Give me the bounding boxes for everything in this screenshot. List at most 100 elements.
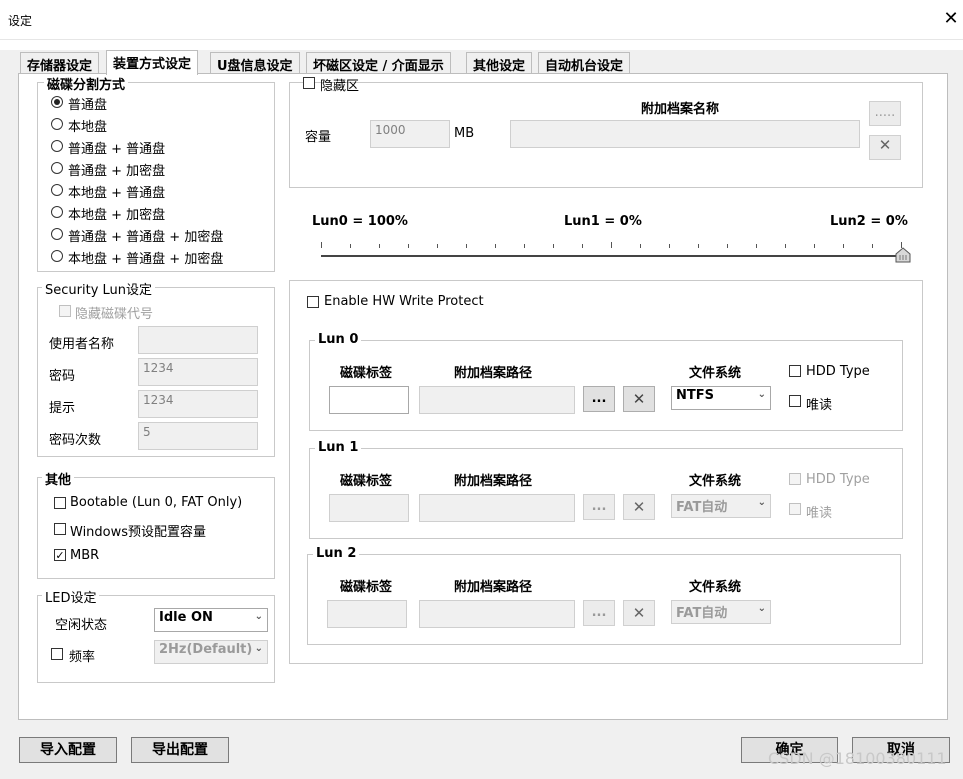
slider-tick [611,242,612,248]
partition-option-label: 本地盘 + 普通盘 + 加密盘 [68,252,224,267]
bootable-label: Bootable (Lun 0, FAT Only) [70,495,243,510]
tab-auto-machine[interactable]: 自动机台设定 [538,52,631,74]
lun2-clear-button[interactable]: ✕ [623,600,655,626]
slider-thumb[interactable] [895,247,911,263]
radio-icon[interactable] [51,206,63,218]
hide-drive-letter-checkbox[interactable] [59,305,71,317]
clear-hidden-button[interactable]: ✕ [869,135,901,160]
slider-tick [437,244,438,248]
radio-icon[interactable] [51,140,63,152]
hw-write-protect-label: Enable HW Write Protect [324,294,484,309]
partition-option-label: 普通盘 [68,98,108,113]
slider-tick [350,244,351,248]
lun1-clear-button[interactable]: ✕ [623,494,655,520]
lun0-hdd-type-checkbox[interactable] [789,365,801,377]
radio-icon[interactable] [51,162,63,174]
lun0-percent: Lun0 = 100% [312,214,408,229]
slider-tick [466,244,467,248]
lun2-fs-select[interactable]: FAT自动 ⌄ [671,600,771,624]
hint-input[interactable]: 1234 [138,390,258,418]
lun0-fs-select[interactable]: NTFS ⌄ [671,386,771,410]
capacity-unit: MB [454,126,475,141]
mbr-checkbox[interactable]: ✓ [54,549,66,561]
lun0-path-input[interactable] [419,386,575,414]
password-input[interactable]: 1234 [138,358,258,386]
partition-option-label: 普通盘 + 普通盘 [68,142,166,157]
radio-icon[interactable] [51,118,63,130]
import-config-button[interactable]: 导入配置 [19,737,117,763]
lun0-volume-label-input[interactable] [329,386,409,414]
radio-icon[interactable] [51,250,63,262]
lun2-volume-label-input[interactable] [327,600,407,628]
title-bar [0,0,963,40]
lun2-label-header: 磁碟标签 [340,580,393,595]
bootable-checkbox[interactable] [54,497,66,509]
lun1-fs-select[interactable]: FAT自动 ⌄ [671,494,771,518]
lun2-browse-button[interactable]: ... [583,600,615,626]
partition-legend: 磁碟分割方式 [44,74,129,93]
idle-state-select[interactable]: Idle ON ⌄ [154,608,268,632]
slider-thumb-icon [895,247,911,263]
partition-option-label: 普通盘 + 普通盘 + 加密盘 [68,230,224,245]
mbr-label: MBR [70,548,100,563]
hw-write-protect-checkbox[interactable] [307,296,319,308]
partition-option-label: 本地盘 + 加密盘 [68,208,166,223]
slider-tick [640,244,641,248]
lun0-clear-button[interactable]: ✕ [623,386,655,412]
lun2-fs-header: 文件系统 [689,580,742,595]
lun0-hdd-type-label: HDD Type [806,364,870,379]
retries-input[interactable]: 5 [138,422,258,450]
hidden-area-checkbox[interactable] [303,77,315,89]
slider-tick [872,244,873,248]
lun0-fs-header: 文件系统 [689,366,742,381]
slider-tick [524,244,525,248]
tab-other-settings[interactable]: 其他设定 [466,52,533,74]
attach-filename-input[interactable] [510,120,860,148]
tab-storage-settings[interactable]: 存储器设定 [20,52,100,74]
radio-selected-icon[interactable] [51,96,63,108]
tab-bad-sector[interactable]: 坏磁区设定 / 介面显示 [306,52,451,74]
close-icon[interactable]: ✕ [940,8,962,30]
lun-ratio-slider[interactable] [321,232,911,263]
chevron-down-icon: ⌄ [254,643,263,654]
slider-track [321,255,903,257]
lun0-legend: Lun 0 [315,332,362,347]
export-config-button[interactable]: 导出配置 [131,737,229,763]
lun0-label-header: 磁碟标签 [340,366,393,381]
lun0-readonly-checkbox[interactable] [789,395,801,407]
chevron-down-icon: ⌄ [757,389,766,400]
partition-option-label: 普通盘 + 加密盘 [68,164,166,179]
windows-capacity-checkbox[interactable] [54,523,66,535]
lun1-path-input[interactable] [419,494,575,522]
browse-hidden-button[interactable]: ..... [869,101,901,126]
windows-capacity-label: Windows预设配置容量 [70,525,207,540]
lun1-volume-label-input[interactable] [329,494,409,522]
lun1-hdd-type-checkbox[interactable] [789,473,801,485]
lun0-path-header: 附加档案路径 [454,366,533,381]
username-input[interactable] [138,326,258,354]
lun1-legend: Lun 1 [315,440,362,455]
radio-icon[interactable] [51,184,63,196]
slider-tick [669,244,670,248]
slider-tick [756,244,757,248]
frequency-select[interactable]: 2Hz(Default) ⌄ [154,640,268,664]
tab-strip-background [0,40,963,50]
lun2-legend: Lun 2 [313,546,360,561]
lun2-path-input[interactable] [419,600,575,628]
close-icon: ✕ [632,498,646,516]
lun1-readonly-checkbox[interactable] [789,503,801,515]
tab-device-mode[interactable]: 装置方式设定 [106,50,199,75]
idle-state-value: Idle ON [159,610,213,625]
slider-tick [408,244,409,248]
lun1-browse-button[interactable]: ... [583,494,615,520]
chevron-down-icon: ⌄ [254,611,263,622]
tab-usb-info[interactable]: U盘信息设定 [210,52,300,74]
chevron-down-icon: ⌄ [757,497,766,508]
capacity-input[interactable]: 1000 [370,120,450,148]
frequency-checkbox[interactable] [51,648,63,660]
lun0-browse-button[interactable]: ... [583,386,615,412]
radio-icon[interactable] [51,228,63,240]
lun1-label-header: 磁碟标签 [340,474,393,489]
lun0-fs-value: NTFS [676,388,714,403]
slider-tick [495,244,496,248]
